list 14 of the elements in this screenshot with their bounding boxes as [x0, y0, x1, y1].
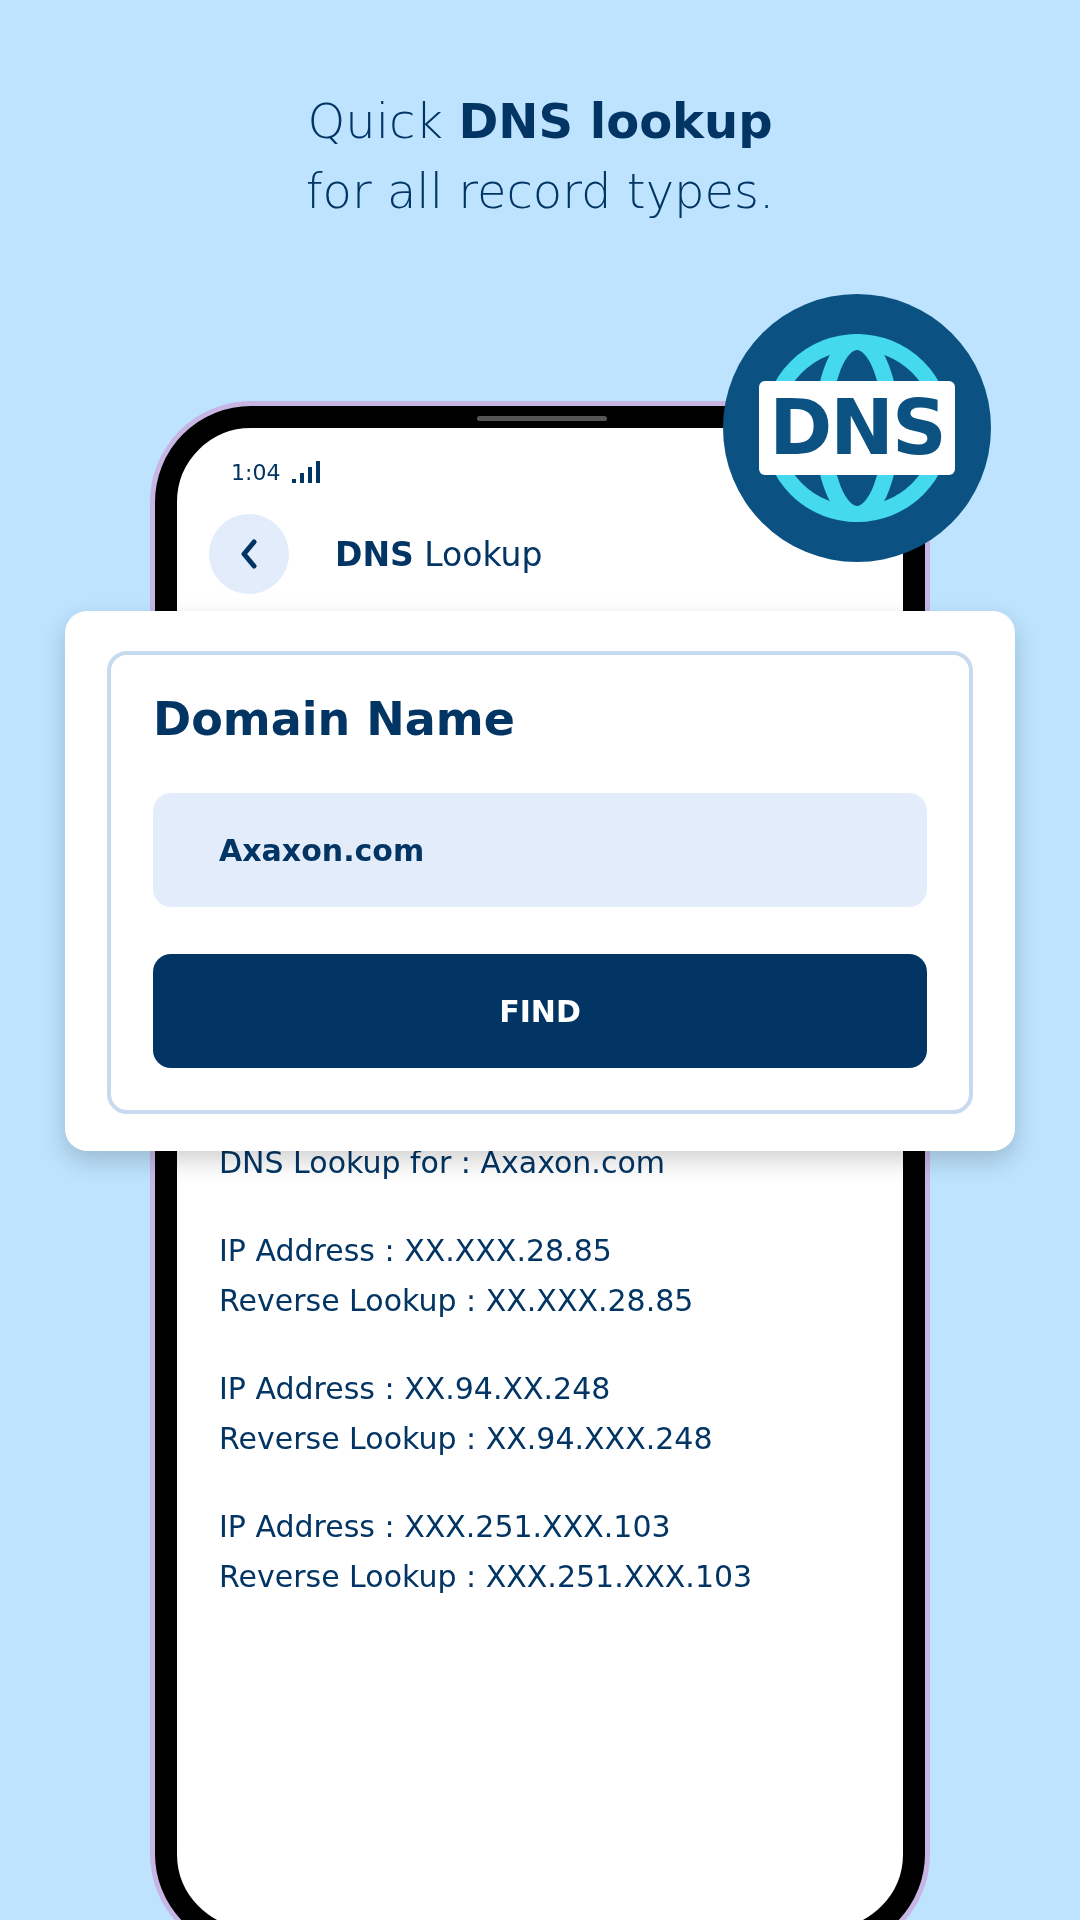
find-button[interactable]: FIND — [153, 954, 927, 1068]
ip-address-text: IP Address : XX.94.XX.248 — [219, 1370, 612, 1408]
domain-input-field[interactable]: Axaxon.com — [153, 793, 927, 907]
headline: Quick DNS lookup for all record types. — [305, 92, 775, 221]
reverse-lookup-text: Reverse Lookup : XX.XXX.28.85 — [219, 1282, 695, 1320]
domain-label: Domain Name — [153, 691, 516, 747]
ip-address-text: IP Address : XX.XXX.28.85 — [219, 1232, 613, 1270]
reverse-lookup-text: Reverse Lookup : XXX.251.XXX.103 — [219, 1558, 754, 1596]
badge-label: DNS — [759, 381, 955, 475]
status-time: 1:04 — [231, 459, 281, 485]
screen-title: DNS Lookup — [335, 534, 543, 574]
reverse-lookup-text: Reverse Lookup : XX.94.XXX.248 — [219, 1420, 714, 1458]
ip-address-text: IP Address : XXX.251.XXX.103 — [219, 1508, 672, 1546]
lookup-heading: DNS Lookup for : Axaxon.com — [219, 1144, 666, 1182]
